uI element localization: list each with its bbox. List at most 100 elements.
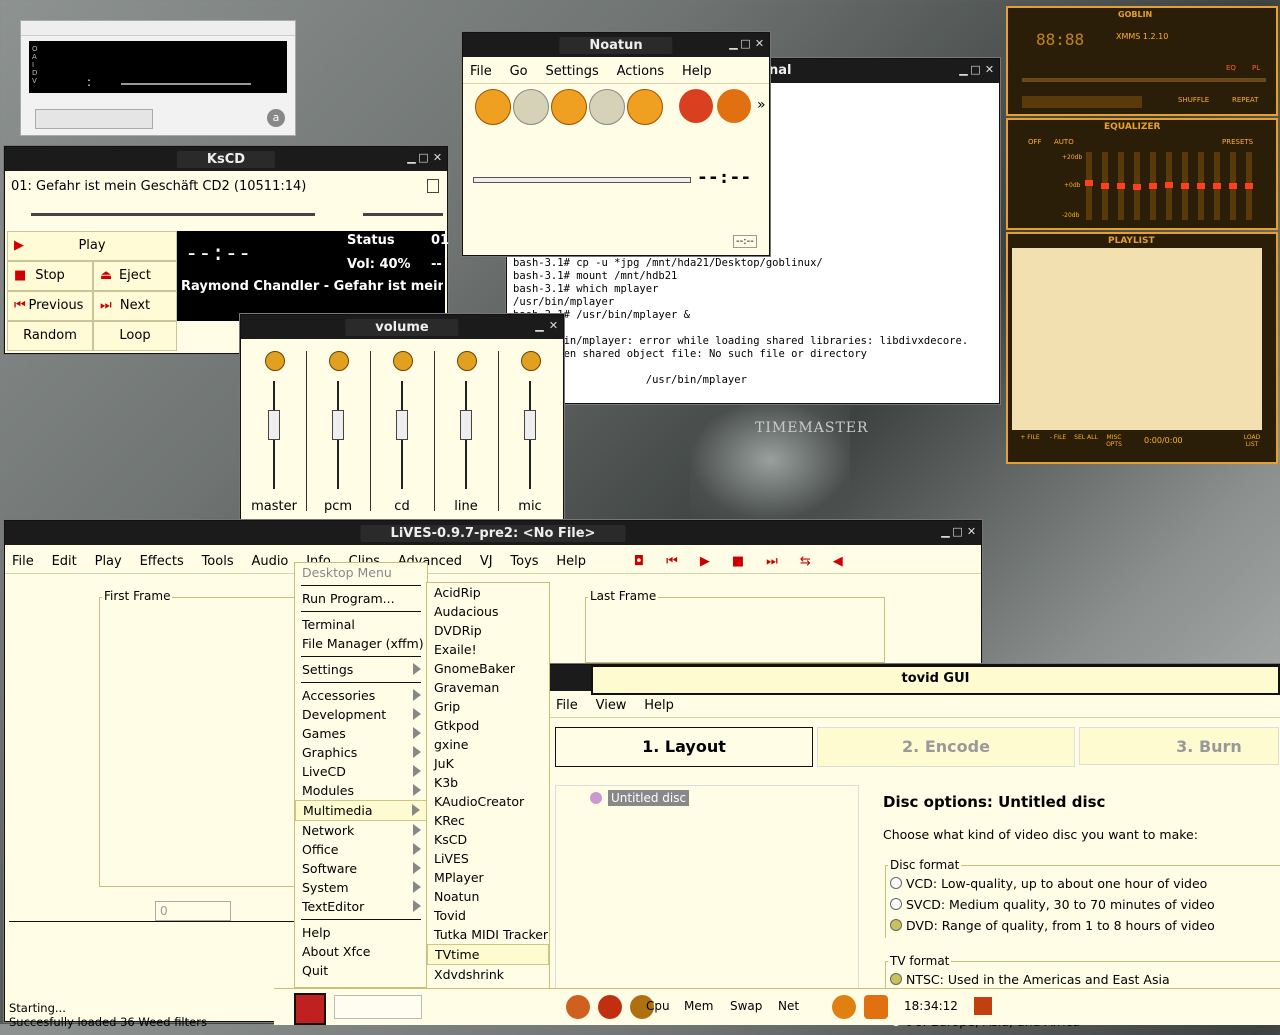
menu-item-help[interactable]: Help xyxy=(295,923,427,942)
maximize-icon[interactable]: □ xyxy=(740,38,751,49)
menu-item-quit[interactable]: Quit xyxy=(295,961,427,980)
minimize-icon[interactable]: ▁ xyxy=(728,38,739,49)
eq-band-slider[interactable] xyxy=(1165,152,1173,220)
menu-item-accessories[interactable]: Accessories xyxy=(295,686,427,705)
eq-band-slider[interactable] xyxy=(1085,152,1093,220)
close-icon[interactable]: ✕ xyxy=(966,526,977,537)
menu-item-software[interactable]: Software xyxy=(295,859,427,878)
mixer-channel-knob[interactable] xyxy=(268,410,280,440)
more-icon[interactable]: » xyxy=(757,97,766,113)
tab-encode[interactable]: 2. Encode xyxy=(817,727,1075,767)
small-player-logo-icon[interactable]: a xyxy=(267,109,285,127)
xmms-pl-button[interactable]: SEL ALL xyxy=(1074,434,1098,441)
mixer-channel-knob[interactable] xyxy=(396,410,408,440)
submenu-item-lives[interactable]: LiVES xyxy=(427,849,549,868)
lives-menu-help[interactable]: Help xyxy=(549,551,593,572)
lives-titlebar[interactable]: LiVES-0.9.7-pre2: <No File> ▁ □ ✕ xyxy=(5,521,981,545)
maximize-icon[interactable]: □ xyxy=(970,64,981,75)
kscd-titlebar[interactable]: KsCD ▁ □ ✕ xyxy=(5,147,447,171)
kscd-loop-button[interactable]: Loop xyxy=(93,321,177,351)
noatun-menu-help[interactable]: Help xyxy=(675,61,719,82)
submenu-item-dvdrip[interactable]: DVDRip xyxy=(427,621,549,640)
minimize-icon[interactable]: ▁ xyxy=(534,320,545,331)
xmms-seek-bar[interactable] xyxy=(1022,78,1266,82)
kscd-play-button[interactable]: ▶ Play xyxy=(7,231,177,261)
menu-item-graphics[interactable]: Graphics xyxy=(295,743,427,762)
submenu-item-exaile[interactable]: Exaile! xyxy=(427,640,549,659)
lives-menu-file[interactable]: File xyxy=(5,551,41,572)
xmms-shuffle[interactable]: SHUFFLE xyxy=(1178,96,1209,104)
submenu-item-grip[interactable]: Grip xyxy=(427,697,549,716)
eq-band-slider[interactable] xyxy=(1101,152,1109,220)
xmms-pl-button[interactable]: + FILE xyxy=(1018,434,1042,441)
lives-menu-toys[interactable]: Toys xyxy=(503,551,545,572)
effects-icon[interactable] xyxy=(679,89,713,123)
kscd-eject-button[interactable]: ⏏ Eject xyxy=(93,261,177,291)
radio-icon[interactable] xyxy=(890,919,902,931)
submenu-item-graveman[interactable]: Graveman xyxy=(427,678,549,697)
submenu-item-juk[interactable]: JuK xyxy=(427,754,549,773)
noatun-menu-go[interactable]: Go xyxy=(503,61,535,82)
menu-item-run-program[interactable]: Run Program... xyxy=(295,589,427,608)
eq-band-slider[interactable] xyxy=(1181,152,1189,220)
close-icon[interactable]: ✕ xyxy=(548,320,559,331)
eq-band-slider[interactable] xyxy=(1229,152,1237,220)
submenu-item-gnomebaker[interactable]: GnomeBaker xyxy=(427,659,549,678)
volume-titlebar[interactable]: volume ▁ ✕ xyxy=(241,315,563,339)
close-icon[interactable]: ✕ xyxy=(432,152,443,163)
pause-icon[interactable] xyxy=(589,89,625,125)
menu-item-system[interactable]: System xyxy=(295,878,427,897)
skip-forward-icon[interactable] xyxy=(627,89,663,125)
xfce-menu-icon[interactable] xyxy=(294,993,326,1025)
tab-layout[interactable]: 1. Layout xyxy=(555,727,813,767)
xmms-eq-auto[interactable]: AUTO xyxy=(1054,138,1074,146)
radio-option[interactable]: SVCD: Medium quality, 30 to 70 minutes o… xyxy=(890,897,1215,918)
xmms-eq-on[interactable]: OFF xyxy=(1028,138,1042,146)
tovid-menu-view[interactable]: View xyxy=(589,695,634,716)
eq-band-knob[interactable] xyxy=(1085,180,1093,186)
radio-icon[interactable] xyxy=(890,898,902,910)
menu-item-network[interactable]: Network xyxy=(295,821,427,840)
noatun-seek-bar[interactable] xyxy=(473,177,691,183)
xmms-pl-button[interactable]: LOAD LIST xyxy=(1240,434,1264,448)
submenu-item-noatun[interactable]: Noatun xyxy=(427,887,549,906)
lives-menu-tools[interactable]: Tools xyxy=(195,551,241,572)
submenu-item-tutka-midi-tracker[interactable]: Tutka MIDI Tracker xyxy=(427,925,549,944)
submenu-item-krec[interactable]: KRec xyxy=(427,811,549,830)
kscd-previous-button[interactable]: ⏮ Previous xyxy=(7,291,93,321)
menu-item-texteditor[interactable]: TextEditor xyxy=(295,897,427,916)
launcher-icon[interactable] xyxy=(832,995,856,1019)
noatun-menu-settings[interactable]: Settings xyxy=(538,61,605,82)
xmms-pl-list[interactable] xyxy=(1012,248,1262,430)
close-icon[interactable]: ✕ xyxy=(984,64,995,75)
lives-menu-play[interactable]: Play xyxy=(88,551,129,572)
eq-band-knob[interactable] xyxy=(1117,183,1125,189)
small-player-titlebar[interactable] xyxy=(21,21,295,36)
eq-band-knob[interactable] xyxy=(1101,183,1109,189)
lives-menu-edit[interactable]: Edit xyxy=(45,551,84,572)
kscd-random-button[interactable]: Random xyxy=(7,321,93,351)
tovid-menu-file[interactable]: File xyxy=(549,695,585,716)
eq-band-knob[interactable] xyxy=(1133,184,1141,190)
minimize-icon[interactable]: ▁ xyxy=(958,64,969,75)
eq-band-slider[interactable] xyxy=(1213,152,1221,220)
kscd-track-dropdown-icon[interactable] xyxy=(427,179,439,193)
playlist-icon[interactable] xyxy=(717,89,751,123)
submenu-item-acidrip[interactable]: AcidRip xyxy=(427,583,549,602)
menu-item-file-manager-xffm[interactable]: File Manager (xffm) xyxy=(295,634,427,653)
menu-item-office[interactable]: Office xyxy=(295,840,427,859)
eq-band-slider[interactable] xyxy=(1245,152,1253,220)
kscd-next-button[interactable]: ⏭ Next xyxy=(93,291,177,321)
radio-icon[interactable] xyxy=(890,877,902,889)
submenu-item-gxine[interactable]: gxine xyxy=(427,735,549,754)
xmms-pl-button[interactable]: - FILE xyxy=(1046,434,1070,441)
play-icon[interactable] xyxy=(551,89,587,125)
eq-band-knob[interactable] xyxy=(1245,183,1253,189)
radio-icon[interactable] xyxy=(890,973,902,985)
submenu-item-mplayer[interactable]: MPlayer xyxy=(427,868,549,887)
eq-band-slider[interactable] xyxy=(1133,152,1141,220)
eq-band-knob[interactable] xyxy=(1165,182,1173,188)
xmms-pl-button[interactable]: PL xyxy=(1252,64,1260,72)
noatun-menu-file[interactable]: File xyxy=(463,61,499,82)
menu-item-about-xfce[interactable]: About Xfce xyxy=(295,942,427,961)
